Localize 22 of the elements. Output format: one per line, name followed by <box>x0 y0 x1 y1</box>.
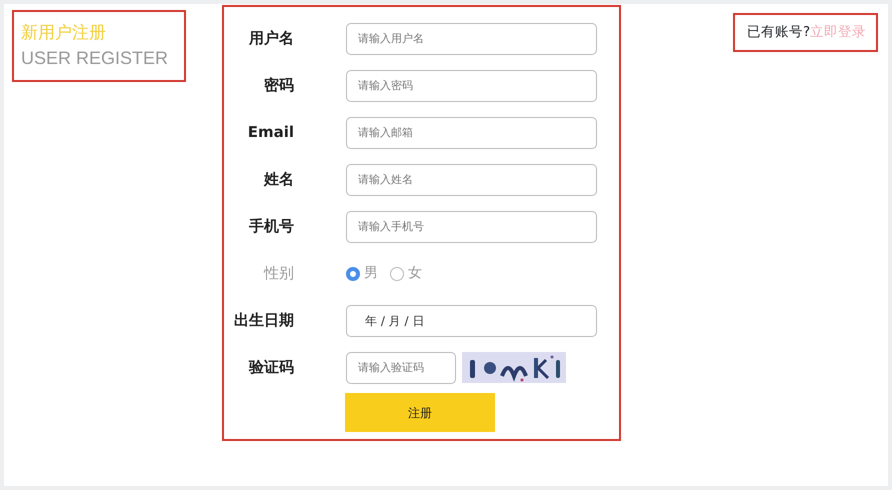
field-label: 出生日期 <box>233 310 294 332</box>
input-field[interactable]: 请输入用户名 <box>346 22 597 54</box>
date-field[interactable]: 年 / 月 / 日 <box>346 304 597 336</box>
field-label: 手机号 <box>248 216 294 238</box>
field-label: Email <box>246 122 294 144</box>
field-label: 验证码 <box>248 357 294 378</box>
register-button[interactable]: 注册 <box>345 393 495 432</box>
login-link[interactable]: 立即登录 <box>810 22 866 43</box>
page-title: 新用户注册 <box>21 22 107 45</box>
input-field[interactable]: 请输入手机号 <box>346 210 597 242</box>
page-subtitle: USER REGISTER <box>21 47 170 70</box>
captcha-field[interactable]: 请输入验证码 <box>346 352 456 384</box>
field-label: 密码 <box>263 75 294 96</box>
login-prompt: 已有账号? <box>747 23 810 42</box>
field-label: 性别 <box>262 263 294 284</box>
input-field[interactable]: 请输入邮箱 <box>346 116 597 148</box>
field-label: 姓名 <box>262 169 294 190</box>
radio-option[interactable]: 女 <box>390 263 422 284</box>
input-field[interactable]: 请输入密码 <box>346 70 597 102</box>
input-field[interactable]: 请输入姓名 <box>346 164 597 196</box>
radio-option[interactable]: 男 <box>346 263 378 284</box>
field-label: 用户名 <box>248 28 294 50</box>
